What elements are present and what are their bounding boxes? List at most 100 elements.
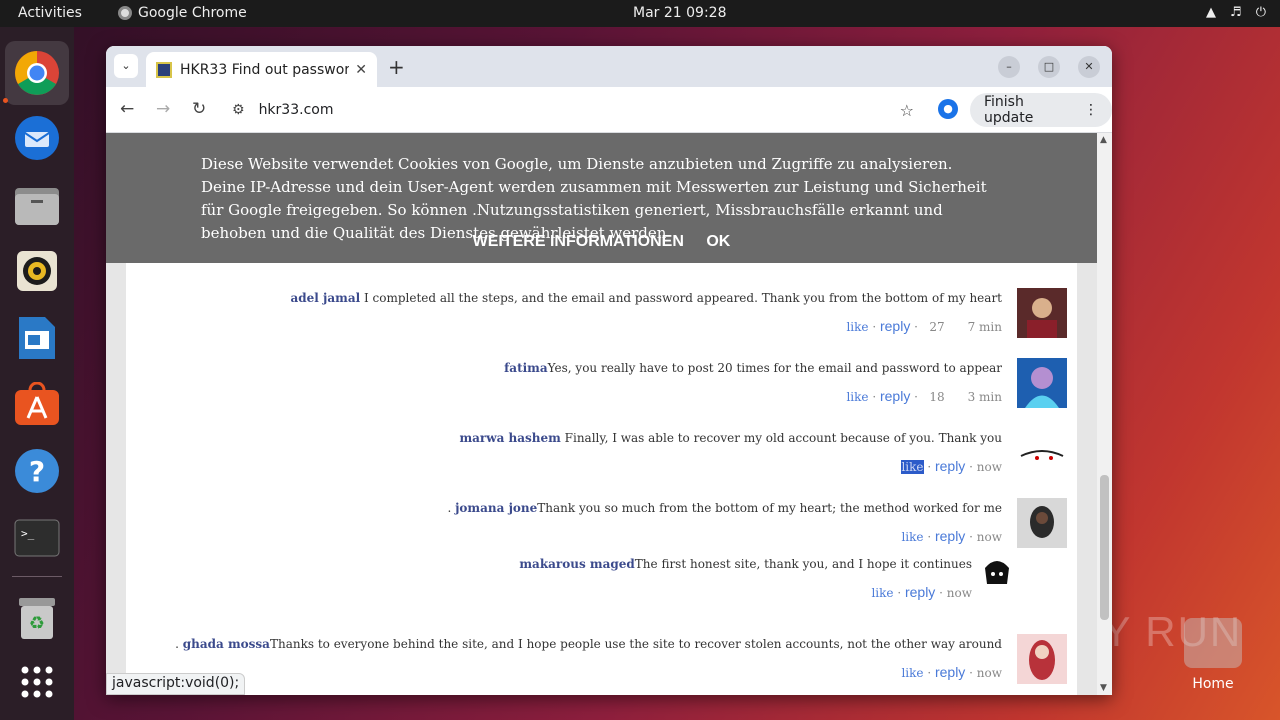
back-button[interactable]: ←	[120, 99, 134, 119]
thunderbird-icon[interactable]	[12, 113, 62, 163]
comment-author[interactable]: jomana jone	[455, 501, 537, 515]
reply-link[interactable]: reply	[905, 584, 935, 600]
comment-item: . jomana joneThank you so much from the …	[106, 498, 1002, 558]
comment-item: adel jamal I completed all the steps, an…	[106, 288, 1002, 348]
like-link[interactable]: like	[871, 586, 893, 600]
comment-line: . ghada mossaThanks to everyone behind t…	[175, 637, 1002, 651]
comment-meta: like · reply · 27 7 min	[846, 318, 1002, 334]
new-tab-button[interactable]: +	[388, 55, 405, 79]
reply-link[interactable]: reply	[935, 458, 965, 474]
reply-link[interactable]: reply	[935, 528, 965, 544]
link-status-bar: javascript:void(0);	[106, 673, 246, 695]
like-link[interactable]: like	[901, 530, 923, 544]
avatar[interactable]	[1017, 358, 1067, 408]
comment-text: Thanks to everyone behind the site, and …	[269, 637, 1002, 651]
comment-author[interactable]: adel jamal	[290, 291, 360, 305]
finish-update-button[interactable]: Finish update ⋮	[970, 93, 1112, 127]
close-window-button[interactable]: ✕	[1078, 56, 1100, 78]
toolbar: ← → ↻ ⚙ hkr33.com ☆ ● Finish update ⋮	[106, 87, 1112, 133]
activities-button[interactable]: Activities	[18, 5, 82, 21]
page-scrollbar[interactable]: ▲ ▼	[1097, 133, 1112, 695]
comment-prefix: .	[175, 637, 183, 651]
avatar[interactable]	[1017, 634, 1067, 684]
like-link[interactable]: like	[846, 390, 868, 404]
comment-text: Thank you so much from the bottom of my …	[537, 501, 1002, 515]
chrome-icon[interactable]	[5, 41, 69, 105]
like-link[interactable]: like	[901, 460, 924, 474]
site-favicon-icon	[156, 61, 172, 78]
chrome-window: ⌄ HKR33 Find out passwor ✕ + – □ ✕ ← → ↻…	[106, 46, 1112, 695]
bookmark-star-icon[interactable]: ☆	[900, 101, 914, 120]
avatar[interactable]	[1017, 498, 1067, 548]
like-count: 27	[929, 320, 945, 334]
reply-link[interactable]: reply	[935, 664, 965, 680]
site-info-icon[interactable]: ⚙	[232, 102, 245, 118]
home-folder[interactable]: Home	[1184, 618, 1242, 692]
comment-author[interactable]: ghada mossa	[183, 637, 270, 651]
rhythmbox-icon[interactable]	[12, 246, 62, 296]
system-tray[interactable]: ▲ ♬ ⏻	[1206, 5, 1266, 20]
running-indicator	[3, 98, 8, 103]
comment-author[interactable]: fatima	[504, 361, 548, 375]
cookie-ok-button[interactable]: OK	[706, 233, 730, 250]
help-icon[interactable]: ?	[12, 446, 62, 496]
page-viewport: Diese Website verwendet Cookies von Goog…	[106, 133, 1112, 695]
dock-separator	[12, 576, 62, 577]
top-bar: Activities Google Chrome Mar 21 09:28 ▲ …	[0, 0, 1280, 27]
tab-search-button[interactable]: ⌄	[114, 54, 138, 78]
files-icon[interactable]	[12, 180, 62, 230]
tab-close-icon[interactable]: ✕	[355, 62, 367, 78]
comment-item: fatimaYes, you really have to post 20 ti…	[106, 358, 1002, 418]
avatar[interactable]	[1017, 288, 1067, 338]
app-menu[interactable]: Google Chrome	[118, 5, 247, 21]
clock[interactable]: Mar 21 09:28	[633, 5, 726, 21]
address-bar[interactable]: ⚙ hkr33.com ☆	[224, 94, 914, 126]
svg-text:♻: ♻	[29, 613, 45, 634]
comment-time: now	[976, 530, 1002, 544]
app-grid-icon[interactable]	[12, 657, 62, 707]
cookie-banner: Diese Website verwendet Cookies von Goog…	[106, 133, 1097, 263]
comment-meta: like · reply · now	[871, 584, 972, 600]
home-label: Home	[1192, 676, 1234, 692]
app-center-icon[interactable]	[12, 379, 62, 429]
like-link[interactable]: like	[901, 666, 923, 680]
comment-meta: like · reply · now	[901, 528, 1002, 544]
comment-text: The first honest site, thank you, and I …	[634, 557, 972, 571]
comment-time: 3 min	[967, 390, 1002, 404]
comment-line: adel jamal I completed all the steps, an…	[290, 291, 1002, 305]
volume-icon: ♬	[1230, 5, 1242, 20]
avatar[interactable]	[977, 554, 1017, 594]
reload-button[interactable]: ↻	[192, 99, 206, 119]
reply-link[interactable]: reply	[880, 318, 910, 334]
comment-prefix: .	[447, 501, 456, 515]
more-info-link[interactable]: WEITERE INFORMATIONEN	[473, 233, 684, 250]
minimize-button[interactable]: –	[998, 56, 1020, 78]
scroll-down-icon[interactable]: ▼	[1100, 683, 1107, 693]
network-icon: ▲	[1206, 5, 1217, 20]
forward-button[interactable]: →	[156, 99, 170, 119]
avatar[interactable]	[1017, 428, 1067, 478]
terminal-icon[interactable]: >_	[12, 513, 62, 563]
scrollbar-thumb[interactable]	[1100, 475, 1109, 620]
comment-line: marwa hashem Finally, I was able to reco…	[459, 431, 1002, 445]
comment-line: makarous magedThe first honest site, tha…	[519, 557, 972, 571]
like-count: 18	[929, 390, 945, 404]
comment-text: I completed all the steps, and the email…	[360, 291, 1002, 305]
profile-avatar-icon[interactable]: ●	[938, 99, 958, 119]
scroll-up-icon[interactable]: ▲	[1100, 135, 1107, 145]
writer-icon[interactable]	[12, 313, 62, 363]
cookie-actions: WEITERE INFORMATIONEN OK	[106, 230, 1097, 253]
tab-active[interactable]: HKR33 Find out passwor ✕	[146, 52, 377, 87]
maximize-button[interactable]: □	[1038, 56, 1060, 78]
comment-meta: like · reply · now	[901, 664, 1002, 680]
comment-author[interactable]: marwa hashem	[459, 431, 560, 445]
comment-meta: like · reply · now	[901, 458, 1002, 474]
power-icon: ⏻	[1255, 5, 1266, 20]
trash-icon[interactable]: ♻	[12, 593, 62, 643]
comment-item: makarous magedThe first honest site, tha…	[106, 554, 972, 614]
comment-line: . jomana joneThank you so much from the …	[447, 501, 1002, 515]
like-link[interactable]: like	[846, 320, 868, 334]
reply-link[interactable]: reply	[880, 388, 910, 404]
chrome-small-icon	[118, 6, 132, 20]
comment-author[interactable]: makarous maged	[519, 557, 634, 571]
